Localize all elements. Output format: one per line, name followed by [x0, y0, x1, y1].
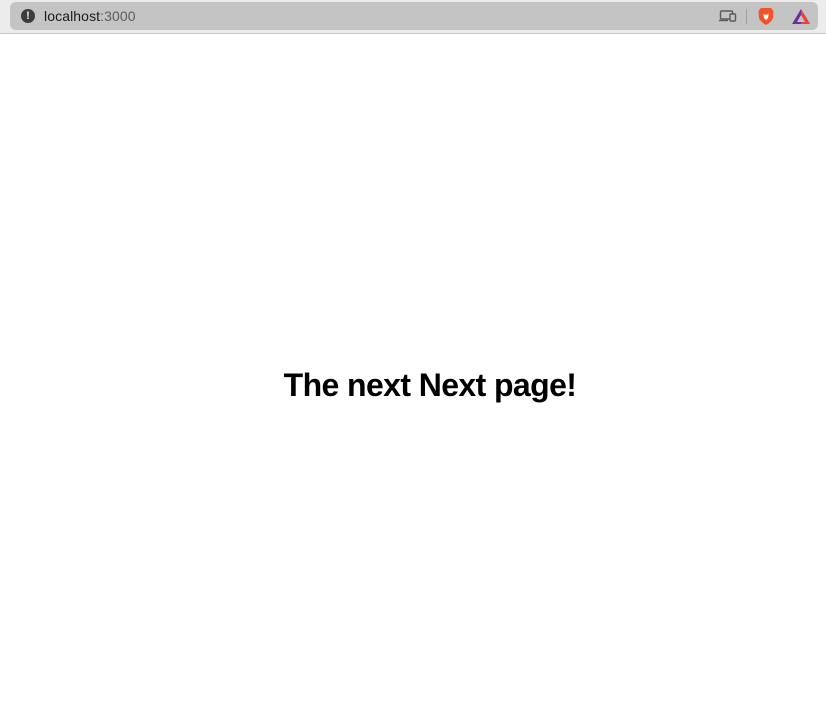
cast-icon[interactable] — [719, 9, 737, 23]
toolbar-divider — [746, 9, 747, 24]
page-heading: The next Next page! — [283, 367, 577, 403]
browser-toolbar: ! localhost:3000 — [0, 0, 826, 34]
url-port: :3000 — [100, 8, 136, 24]
brave-shields-icon[interactable] — [757, 7, 775, 26]
url-host: localhost — [44, 8, 101, 24]
url-text[interactable]: localhost:3000 — [44, 8, 136, 24]
brave-rewards-icon[interactable] — [791, 8, 811, 25]
info-warning-icon[interactable]: ! — [21, 9, 35, 23]
address-bar[interactable]: ! localhost:3000 — [10, 2, 818, 30]
